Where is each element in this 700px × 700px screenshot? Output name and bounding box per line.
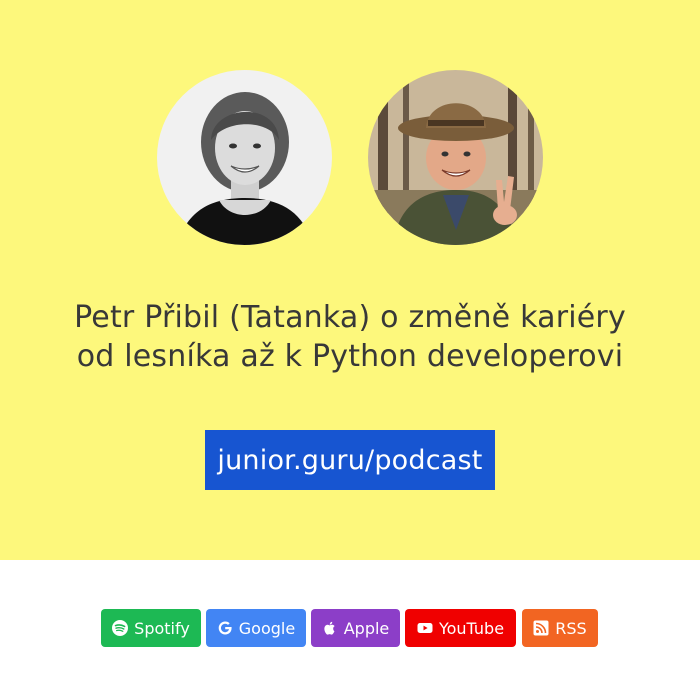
rss-button[interactable]: RSS xyxy=(522,609,598,647)
google-button[interactable]: Google xyxy=(206,609,306,647)
guest-avatar xyxy=(368,70,543,245)
man-portrait-with-hat xyxy=(368,70,543,245)
hero-section: Petr Přibil (Tatanka) o změně kariéry od… xyxy=(0,0,700,560)
youtube-button[interactable]: YouTube xyxy=(405,609,516,647)
spotify-icon xyxy=(112,620,129,636)
host-avatar xyxy=(157,70,332,245)
woman-portrait xyxy=(157,70,332,245)
google-label: Google xyxy=(238,618,296,638)
apple-label: Apple xyxy=(343,618,390,638)
episode-title: Petr Přibil (Tatanka) o změně kariéry od… xyxy=(0,298,700,376)
apple-icon xyxy=(324,621,335,635)
rss-icon xyxy=(533,620,549,636)
rss-label: RSS xyxy=(555,618,587,638)
podcast-link-button[interactable]: junior.guru/podcast xyxy=(205,430,495,490)
platform-buttons: Spotify Google Apple YouTube RSS xyxy=(0,609,700,647)
episode-title-line-1: Petr Přibil (Tatanka) o změně kariéry xyxy=(74,300,626,335)
spotify-label: Spotify xyxy=(134,618,190,638)
youtube-icon xyxy=(417,623,433,633)
spotify-button[interactable]: Spotify xyxy=(101,609,201,647)
episode-title-line-2: od lesníka až k Python developerovi xyxy=(76,339,624,374)
youtube-label: YouTube xyxy=(438,618,505,638)
google-icon xyxy=(218,621,232,635)
apple-button[interactable]: Apple xyxy=(311,609,400,647)
